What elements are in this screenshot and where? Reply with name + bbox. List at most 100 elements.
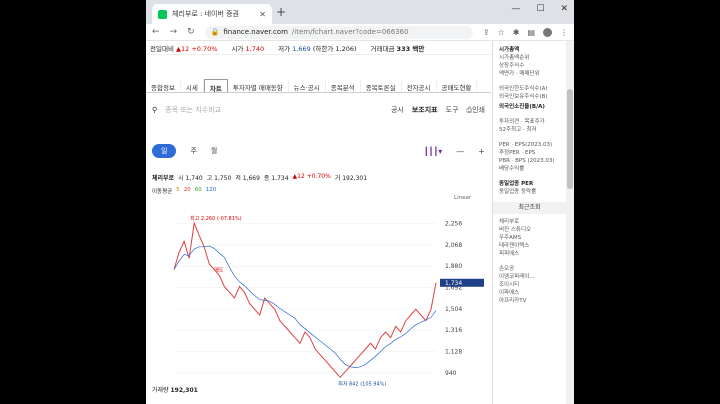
period-month-button[interactable]: 월 [211,146,217,156]
zoom-in-icon[interactable]: + [478,147,485,156]
share-icon[interactable]: ⇪ [483,28,490,37]
recent-item[interactable]: 이엠코퍼레이... [499,273,566,281]
chart-volume: 거 192,301 [334,175,368,182]
chart-close: 종 1,734 [263,175,289,182]
url-input[interactable]: 🔒 finance.naver.com/item/fchart.naver?co… [204,25,473,39]
recent-item[interactable]: 버진 스튜디오 [499,226,566,234]
est-per-label[interactable]: 추정PER · EPS [499,149,566,157]
moving-average-legend: 이동평균 5 20 60 120 [152,187,216,195]
recent-item[interactable]: 체리부로 [499,218,566,226]
tab-disclosure[interactable]: 전자공시 [402,79,437,92]
price-series-line [173,221,437,379]
week52-label: 52주최고 · 최저 [499,127,537,133]
change-value: ▲12 [176,44,190,53]
prev-label: 전일대비 [150,44,174,53]
recent-item[interactable]: 피피에스 [499,250,566,258]
zoom-out-icon[interactable]: — [456,147,464,156]
browser-tab[interactable]: 체리부로 : 네이버 증권 ✕ [152,4,272,24]
recent-item[interactable]: 조이시티 [499,281,566,289]
compare-search-input[interactable]: 종목 또는 지수비교 [165,105,383,115]
forward-icon[interactable]: → [170,27,178,37]
lock-icon: 🔒 [210,28,220,36]
open-label: 시가 [231,44,244,53]
tab-title: 체리부로 : 네이버 증권 [172,10,239,18]
maximize-icon[interactable]: ☐ [536,4,544,14]
stock-subtabs: 종합정보 시세 차트 투자자별 매매동향 뉴스·공시 종목분석 종목토론실 전자… [146,79,491,93]
address-bar: ← → ↻ 🔒 finance.naver.com/item/fchart.na… [146,24,574,41]
extensions-icon[interactable]: ✱ [513,28,520,37]
ma-5[interactable]: 5 [176,187,180,195]
current-price-label: 1,734 [445,280,462,287]
print-label: 인쇄 [472,106,485,114]
foreign-ratio-label: 외국인소진율(B/A) [499,104,545,110]
tab-discussion[interactable]: 종목토론실 [361,79,402,92]
url-host: finance.naver.com [223,28,288,36]
sidepanel-icon[interactable]: ▤ [527,28,535,37]
ma-60[interactable]: 60 [195,187,202,195]
amount-label: 거래대금 [370,44,395,53]
disclosure-button[interactable]: 공시 [391,105,404,115]
moving-average-line [173,245,437,368]
tab-investor[interactable]: 투자자별 매매동향 [228,79,289,92]
chart-high: 고 1,750 [206,175,232,182]
volume-value: 192,301 [170,387,198,394]
tab-chart[interactable]: 차트 [203,79,228,93]
market-cap-rank-label: 시가총액순위 [499,55,530,61]
per-label[interactable]: PER · EPS(2023.03) [499,141,566,149]
open-value: 1,740 [245,44,265,53]
period-selector: 일 주 월 ┃┃┃▾ — + [146,143,491,159]
tab-news[interactable]: 뉴스·공시 [289,79,326,92]
recent-item[interactable]: 손오공 [499,265,566,273]
tab-overview[interactable]: 종합정보 [146,79,181,92]
new-tab-button[interactable]: + [276,5,286,19]
recent-item[interactable]: 우주AMS [499,234,566,242]
indicator-button[interactable]: 보조지표 [412,105,438,115]
bookmark-star-icon[interactable]: ☆ [498,28,505,37]
recent-item[interactable]: 아프리카TV [499,297,566,305]
reload-icon[interactable]: ↻ [187,27,195,37]
recent-viewed-title: 최근조회 [493,202,566,214]
recent-item[interactable]: 테라젠이텍스 [499,242,566,250]
tab-bar: 체리부로 : 네이버 증권 ✕ + — ☐ ✕ [146,0,574,24]
tab-analysis[interactable]: 종목분석 [326,79,361,92]
menu-icon[interactable]: ⋮ [560,28,568,37]
close-tab-icon[interactable]: ✕ [259,10,266,19]
minimize-icon[interactable]: — [511,4,520,14]
candlestick-icon[interactable]: ┃┃┃▾ [424,147,442,156]
naver-favicon-icon [158,9,167,19]
change-percent: +0.70% [191,44,218,53]
pbr-label[interactable]: PBR · BPS (2023.03) [499,157,566,165]
print-button[interactable]: ⎙인쇄 [467,105,486,115]
browser-window: 체리부로 : 네이버 증권 ✕ + — ☐ ✕ ← → ↻ 🔒 finance.… [146,0,574,404]
page-scrollbar[interactable] [566,41,574,404]
ma-20[interactable]: 20 [184,187,191,195]
chart-toolbar: ⚲ 종목 또는 지수비교 공시 보조지표 도구 ⎙인쇄 [146,99,491,121]
par-value-label: 액면가 · 매매단위 [499,71,540,77]
tools-button[interactable]: 도구 [446,105,459,115]
y-tick-label: 1,128 [445,348,462,355]
low-label: 저가 [278,44,291,53]
dividend-label[interactable]: 배당수익률 [499,165,566,173]
period-day-button[interactable]: 일 [152,144,177,158]
tab-shortsell[interactable]: 공매도현황 [437,79,478,92]
profile-avatar[interactable] [543,27,552,37]
low-label: 최저 842 (105.94%) [338,380,386,387]
period-week-button[interactable]: 주 [190,146,196,156]
high-label: 최고 2,260 (-07.81%) [190,215,242,222]
recent-item[interactable]: 이파에스 [499,289,566,297]
low-value: 1,669 [292,44,311,53]
price-chart[interactable]: 2,2562,0681,8801,6921,5041,3161,128940최고… [146,203,491,404]
y-tick-label: 1,316 [445,327,462,334]
ma-120[interactable]: 120 [206,187,217,195]
y-tick-label: 2,068 [445,242,462,249]
sector-per-label[interactable]: 동일업종 PER [499,180,566,188]
opinion-label: 투자의견 · 목표주가 [499,119,545,125]
scale-dropdown[interactable]: Linear [454,195,471,201]
chart-stock-name: 체리부로 [152,175,175,182]
amount-value: 333 백만 [396,44,425,53]
back-icon[interactable]: ← [152,27,160,37]
window-close-icon[interactable]: ✕ [560,4,568,14]
tab-price[interactable]: 시세 [181,79,204,92]
scrollbar-thumb[interactable] [567,89,573,189]
chart-info-line: 체리부로 시 1,740 고 1,750 저 1,669 종 1,734 ▲12… [152,173,367,182]
